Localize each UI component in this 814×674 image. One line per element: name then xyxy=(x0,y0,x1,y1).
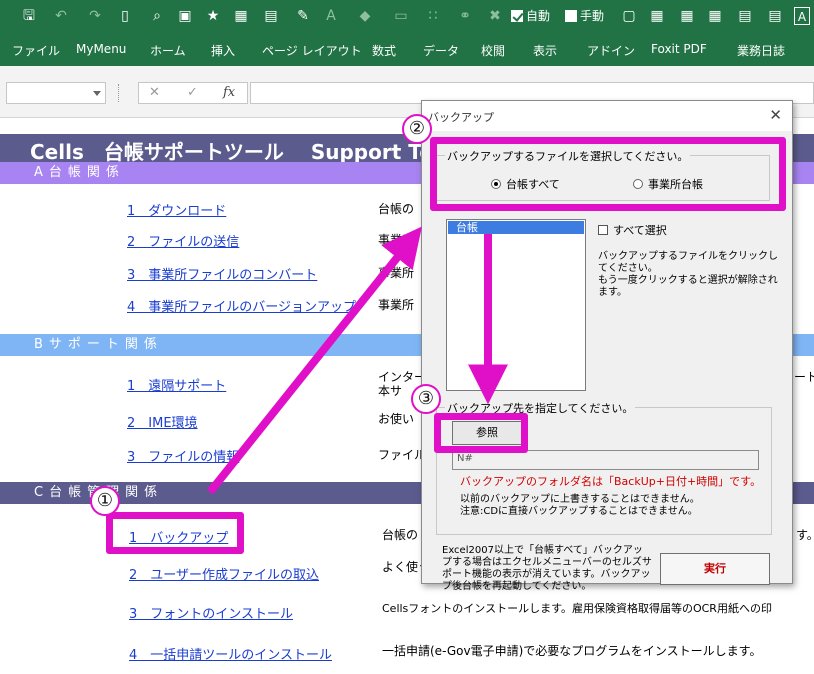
tab-home[interactable]: ホーム xyxy=(150,42,186,59)
description-text: 事業所 xyxy=(378,233,415,247)
unlink-icon[interactable]: ✖ xyxy=(486,7,504,25)
chevron-down-icon[interactable] xyxy=(93,91,101,96)
description-text: 台帳の xyxy=(378,202,415,216)
enter-icon[interactable]: ✓ xyxy=(187,85,198,100)
auto-calc-checkbox[interactable]: 自動 xyxy=(511,8,550,24)
checkbox-unchecked-icon xyxy=(565,10,577,22)
tab-formulas[interactable]: 数式 xyxy=(372,42,396,59)
dialog-title: バックアップ xyxy=(428,111,494,124)
grid-icon[interactable]: ▦ xyxy=(678,7,696,25)
highlight-browse xyxy=(434,413,528,453)
description-text: 台帳の xyxy=(382,528,419,542)
ribbon-tabs: ファイル MyMenu ホーム 挿入 ページ レイアウト 数式 データ 校閲 表… xyxy=(0,34,814,66)
save-icon[interactable]: 🖫 xyxy=(20,7,38,25)
highlight-file-select xyxy=(430,137,786,211)
new-file-icon[interactable]: ▯ xyxy=(116,7,134,25)
tab-mymenu[interactable]: MyMenu xyxy=(76,42,126,56)
hint-click-again: もう一度クリックすると選択が解除されます。 xyxy=(598,275,778,298)
tab-insert[interactable]: 挿入 xyxy=(211,42,235,59)
tab-view[interactable]: 表示 xyxy=(533,42,557,59)
sheet-title: Cells 台帳サポートツール Support Tools xyxy=(30,140,466,164)
select-all-label: すべて選択 xyxy=(613,224,667,237)
file-listbox[interactable]: 台帳 xyxy=(446,219,586,391)
description-text: ファイル xyxy=(378,448,427,462)
link-icon[interactable]: ⚭ xyxy=(456,7,474,25)
description-text: 本サ xyxy=(378,384,403,398)
description-text: 事業所 xyxy=(378,298,415,312)
highlight-backup-link xyxy=(106,512,244,554)
link-ime-settings[interactable]: 2 IME環境 xyxy=(127,412,198,431)
step-3-badge: ③ xyxy=(411,384,441,414)
excel2007-note: Excel2007以上で「台帳すべて」バックアップする場合はエクセルメニューバー… xyxy=(442,545,652,592)
manual-calc-label: 手動 xyxy=(580,9,605,23)
execute-button[interactable]: 実行 xyxy=(660,553,770,585)
list-item[interactable]: 台帳 xyxy=(448,221,584,234)
destination-path-value: N# xyxy=(457,453,473,464)
star-icon[interactable]: ★ xyxy=(204,7,222,25)
overwrite-note: 以前のバックアップに上書きすることはできません。 xyxy=(460,494,700,505)
chart-icon[interactable]: ▤ xyxy=(766,7,784,25)
description-text: す。 xyxy=(796,528,814,542)
tab-work-diary[interactable]: 業務日誌 xyxy=(737,42,785,59)
camera-icon[interactable]: ▦ xyxy=(232,7,250,25)
window-icon[interactable]: ▢ xyxy=(620,7,638,25)
formula-bar-separator[interactable] xyxy=(118,84,121,102)
description-text: お使い xyxy=(378,412,415,426)
select-all-checkbox[interactable]: すべて選択 xyxy=(598,222,667,238)
hint-click-file: バックアップするファイルをクリックしてください。 xyxy=(598,251,778,274)
tab-file[interactable]: ファイル xyxy=(12,42,60,59)
tab-foxit-pdf[interactable]: Foxit PDF xyxy=(651,42,707,56)
clipboard-icon[interactable]: ▤ xyxy=(262,7,280,25)
description-text: ート xyxy=(794,370,814,384)
description-text: Cellsフォントのインストールします。雇用保険資格取得届等のOCR用紙への印 xyxy=(382,602,772,615)
link-install-bulk-tool[interactable]: 4 一括申請ツールのインストール xyxy=(129,644,332,663)
fill-color-icon[interactable]: ◆ xyxy=(356,7,374,25)
link-install-font[interactable]: 3 フォントのインストール xyxy=(129,603,293,622)
manual-calc-checkbox[interactable]: 手動 xyxy=(565,8,604,24)
cancel-icon[interactable]: ✕ xyxy=(149,85,160,100)
tab-page-layout[interactable]: ページ レイアウト xyxy=(262,42,362,59)
link-import-user-file[interactable]: 2 ユーザー作成ファイルの取込 xyxy=(129,564,319,583)
link-convert-office-file[interactable]: 3 事業所ファイルのコンバート xyxy=(127,264,317,283)
step-2-badge: ② xyxy=(402,114,432,144)
formula-buttons: ✕ ✓ fx xyxy=(138,82,248,104)
name-box[interactable] xyxy=(6,82,106,104)
step-1-badge: ① xyxy=(90,486,120,516)
insert-function-icon[interactable]: fx xyxy=(223,85,235,100)
paint-brush-icon[interactable]: ✎ xyxy=(294,7,312,25)
undo-icon[interactable]: ↶ xyxy=(52,7,70,25)
checkbox-unchecked-icon xyxy=(598,225,608,235)
shape-icon[interactable]: ▭ xyxy=(392,7,410,25)
table-icon[interactable]: ▦ xyxy=(648,7,666,25)
diagram-icon[interactable]: ∷ xyxy=(424,7,442,25)
checkbox-checked-icon xyxy=(511,10,523,22)
folder-name-note: バックアップのフォルダ名は「BackUp+日付+時間」です。 xyxy=(460,475,762,488)
redo-icon[interactable]: ↷ xyxy=(86,7,104,25)
sheet-icon[interactable]: ▤ xyxy=(736,7,754,25)
tab-data[interactable]: データ xyxy=(423,42,459,59)
print-preview-icon[interactable]: ⌕ xyxy=(148,7,166,25)
tab-addins[interactable]: アドイン xyxy=(587,42,635,59)
tab-review[interactable]: 校閲 xyxy=(481,42,505,59)
cd-note: 注意:CDに直接バックアップすることはできません。 xyxy=(460,506,698,517)
font-color-icon[interactable]: A xyxy=(322,7,340,25)
open-folder-icon[interactable]: ▣ xyxy=(176,7,194,25)
link-remote-support[interactable]: 1 遠隔サポート xyxy=(127,375,226,394)
link-file-info[interactable]: 3 ファイルの情報 xyxy=(127,446,239,465)
text-style-icon[interactable]: A xyxy=(794,7,810,25)
description-text: 事業所 xyxy=(378,266,415,280)
auto-calc-label: 自動 xyxy=(526,9,551,23)
destination-path-field[interactable]: N# xyxy=(452,450,759,470)
grid-alt-icon[interactable]: ▦ xyxy=(706,7,724,25)
link-send-file[interactable]: 2 ファイルの送信 xyxy=(127,231,239,250)
link-download[interactable]: 1 ダウンロード xyxy=(127,200,226,219)
link-version-up[interactable]: 4 事業所ファイルのバージョンアップ xyxy=(127,296,356,315)
close-icon[interactable]: ✕ xyxy=(769,106,782,124)
quick-access-toolbar: 🖫 ↶ ↷ ▯ ⌕ ▣ ★ ▦ ▤ ✎ A ◆ ▭ ∷ ⚭ ✖ 自動 手動 ▢ … xyxy=(0,0,814,34)
description-text: 一括申請(e-Gov電子申請)で必要なプログラムをインストールします。 xyxy=(382,644,762,658)
dialog-title-bar: バックアップ ✕ xyxy=(422,101,792,131)
